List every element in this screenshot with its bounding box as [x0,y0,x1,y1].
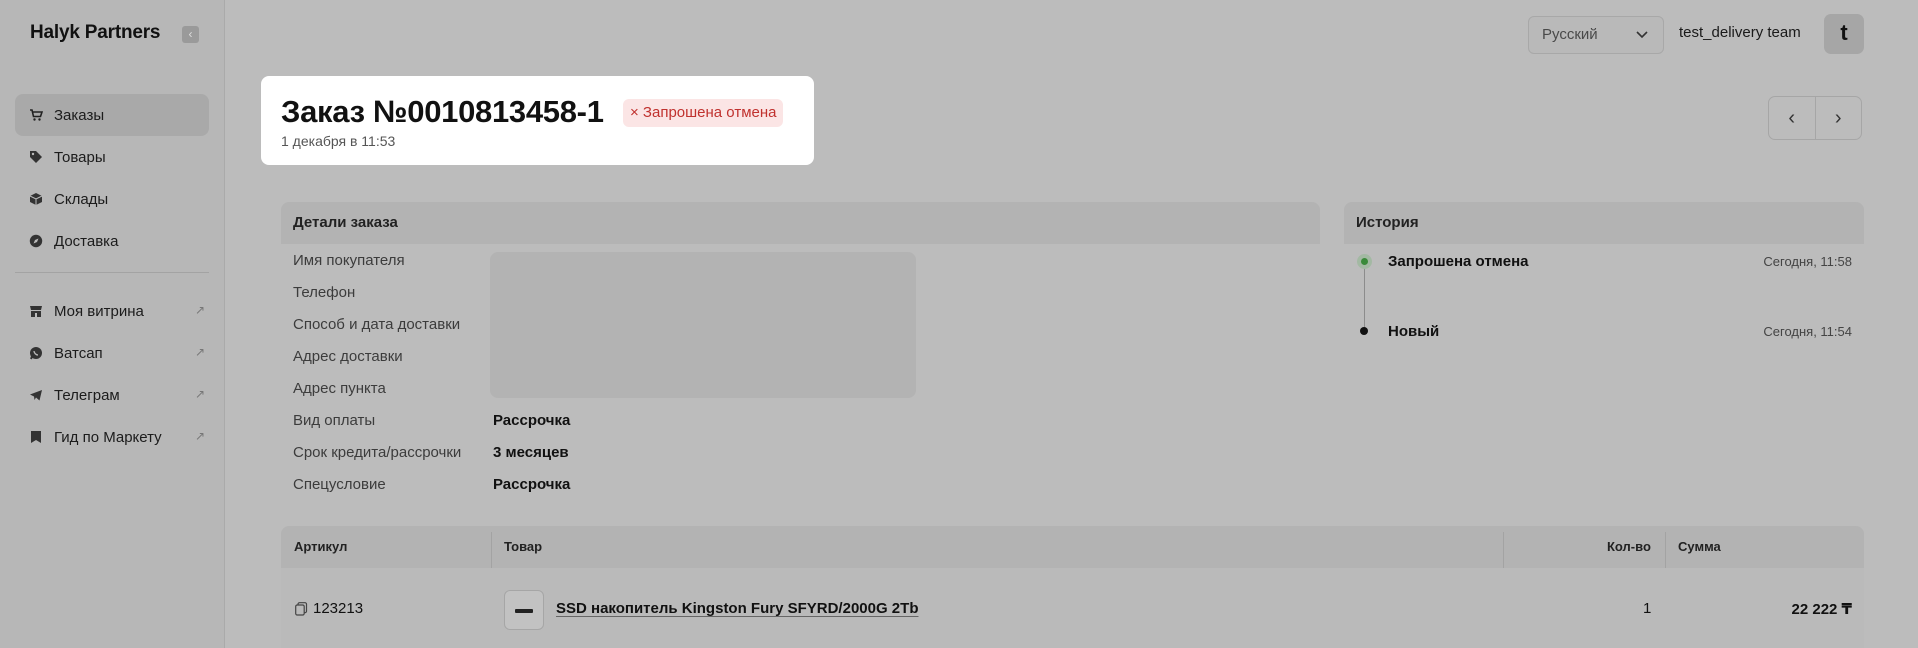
column-divider [1503,532,1504,568]
column-divider [1665,532,1666,568]
sidebar-item-label: Склады [54,190,109,208]
collapse-sidebar-button[interactable]: ‹ [182,26,199,43]
column-header-qty: Кол-во [1607,539,1651,554]
status-badge: × Запрошена отмена [623,99,784,127]
sidebar-item-label: Ватсап [54,344,103,362]
sidebar-item-storefront[interactable]: Моя витрина ↗ [15,290,209,332]
order-header-card: Заказ №0010813458-1 × Запрошена отмена 1… [261,76,814,165]
app-logo: Halyk Partners [30,22,161,43]
bookmark-icon [28,429,44,445]
sidebar-item-label: Доставка [54,232,119,250]
next-order-button[interactable]: › [1816,97,1862,139]
field-label-delivery-method: Способ и дата доставки [293,316,461,333]
product-thumbnail [504,590,544,630]
details-heading: Детали заказа [281,202,1320,244]
language-select-value: Русский [1542,26,1598,43]
avatar[interactable]: t [1824,14,1864,54]
sidebar-item-label: Моя витрина [54,302,144,320]
history-event-time: Сегодня, 11:54 [1763,324,1852,339]
box-icon [28,191,44,207]
qty-value: 1 [1643,600,1652,617]
field-label-payment-type: Вид оплаты [293,412,376,429]
field-label-special-condition: Спецусловие [293,476,386,493]
sku-value: 123213 [313,600,364,617]
field-label-phone: Телефон [293,284,356,301]
sidebar-divider [15,272,209,273]
column-header-sum: Сумма [1678,539,1721,554]
history-event-title: Новый [1388,323,1440,340]
sidebar: Halyk Partners ‹ Заказы Товары Склады До… [0,0,225,648]
external-link-icon: ↗ [194,303,205,317]
column-header-sku: Артикул [294,539,348,554]
product-link[interactable]: SSD накопитель Kingston Fury SFYRD/2000G… [556,600,918,617]
sidebar-item-label: Гид по Маркету [54,428,162,446]
cart-icon [28,107,44,123]
table-row: 123213 SSD накопитель Kingston Fury SFYR… [281,568,1864,648]
sidebar-item-telegram[interactable]: Телеграм ↗ [15,374,209,416]
history-active-dot-icon [1357,254,1372,269]
field-label-pickup-address: Адрес пункта [293,380,386,397]
sidebar-item-delivery[interactable]: Доставка [15,220,209,262]
sidebar-item-warehouses[interactable]: Склады [15,178,209,220]
external-nav: Моя витрина ↗ Ватсап ↗ Телеграм ↗ Гид по… [15,290,209,458]
sidebar-item-label: Товары [54,148,106,166]
language-select[interactable]: Русский [1528,16,1664,54]
sidebar-item-market-guide[interactable]: Гид по Маркету ↗ [15,416,209,458]
external-link-icon: ↗ [194,345,205,359]
sidebar-item-products[interactable]: Товары [15,136,209,178]
history-event-time: Сегодня, 11:58 [1763,254,1852,269]
history-dot-icon [1360,327,1368,335]
chevron-down-icon [1635,17,1649,66]
column-header-product: Товар [504,539,543,554]
hidden-customer-data-placeholder [490,252,916,398]
prev-order-button[interactable]: ‹ [1769,97,1816,139]
field-label-delivery-address: Адрес доставки [293,348,403,365]
history-heading: История [1344,202,1864,244]
main-nav: Заказы Товары Склады Доставка [15,94,209,262]
order-pager: ‹ › [1768,96,1862,140]
order-date: 1 декабря в 11:53 [281,133,396,149]
items-table-header: Артикул Товар Кол-во Сумма [281,526,1864,568]
tag-icon [28,149,44,165]
whatsapp-icon [28,345,44,361]
field-value-special-condition: Рассрочка [493,476,571,493]
history-timeline-line [1364,262,1365,330]
field-label-buyer-name: Имя покупателя [293,252,405,269]
compass-icon [28,233,44,249]
field-value-credit-term: 3 месяцев [493,444,569,461]
sidebar-item-orders[interactable]: Заказы [15,94,209,136]
sum-value: 22 222 ₸ [1791,601,1852,618]
sidebar-item-label: Заказы [54,106,105,124]
external-link-icon: ↗ [194,387,205,401]
storefront-icon [28,303,44,319]
user-name[interactable]: test_delivery team [1679,24,1801,41]
field-label-credit-term: Срок кредита/рассрочки [293,444,462,461]
page-title: Заказ №0010813458-1 [281,94,604,129]
field-value-payment-type: Рассрочка [493,412,571,429]
telegram-icon [28,387,44,403]
column-divider [491,532,492,568]
sidebar-item-whatsapp[interactable]: Ватсап ↗ [15,332,209,374]
sidebar-item-label: Телеграм [54,386,120,404]
history-event-title: Запрошена отмена [1388,253,1529,270]
copy-icon[interactable] [295,602,308,616]
external-link-icon: ↗ [194,429,205,443]
